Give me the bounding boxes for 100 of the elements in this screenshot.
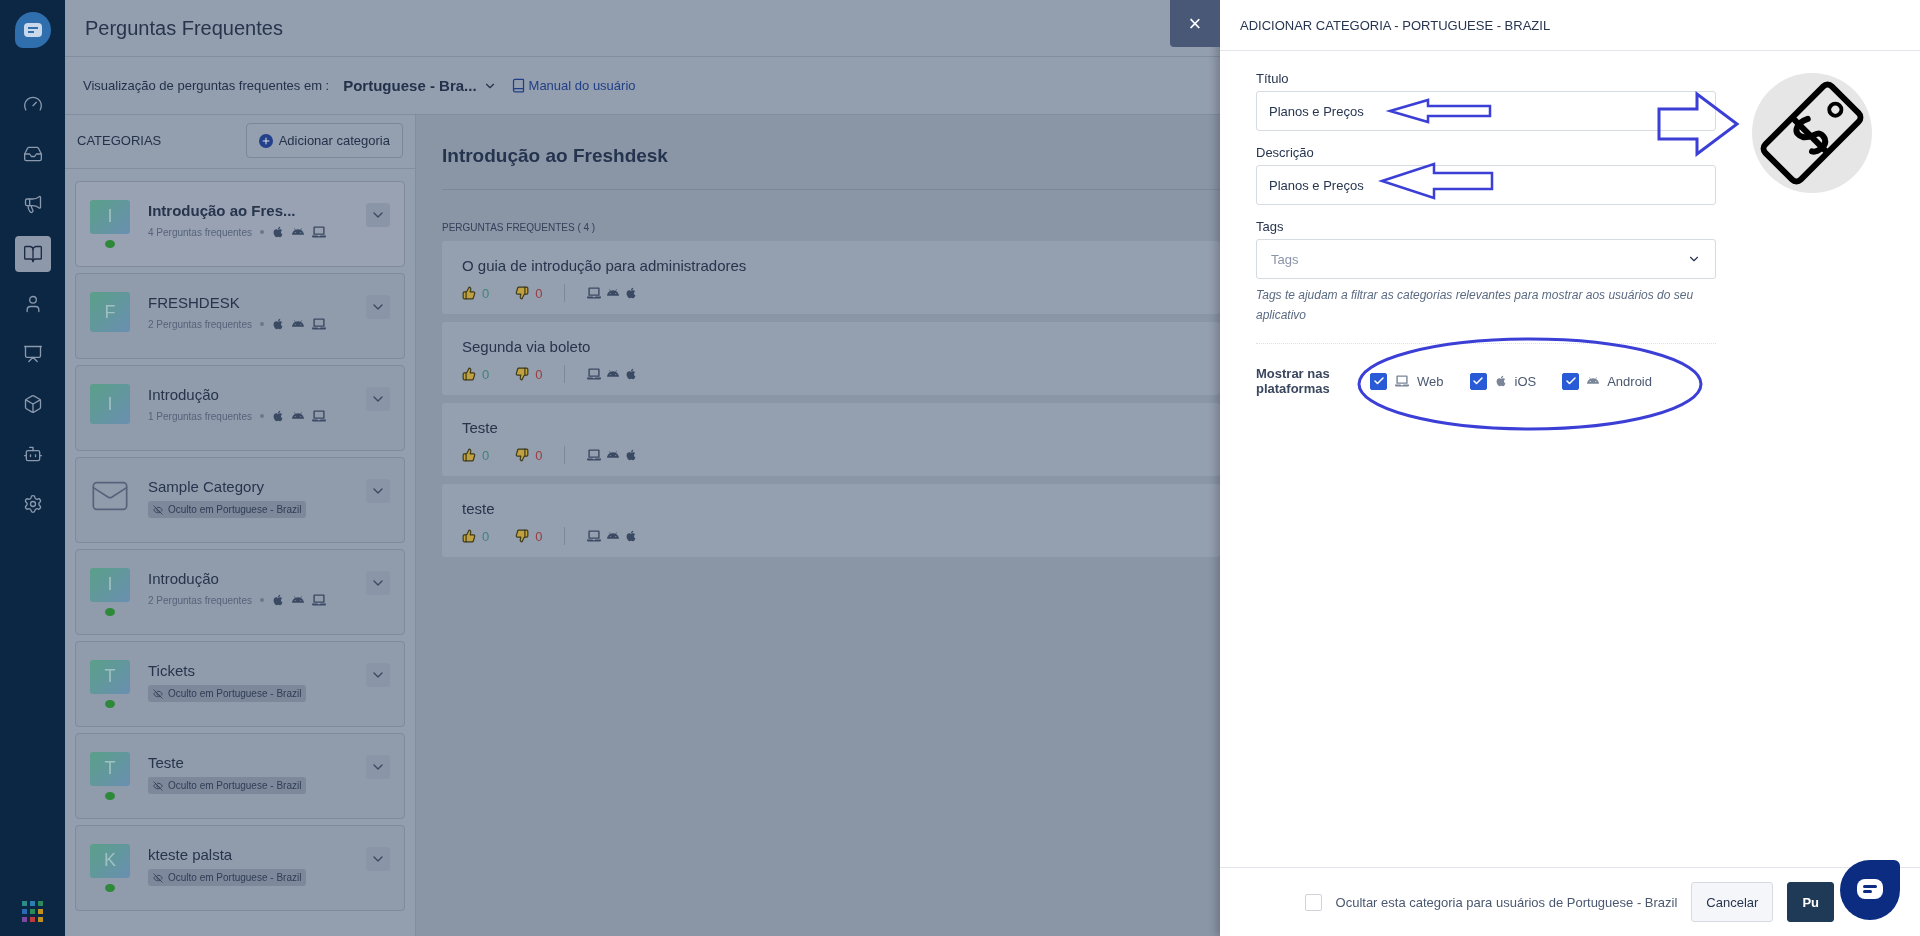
dislike-count: 0 (535, 366, 543, 382)
category-name: Tickets (148, 662, 196, 679)
laptop-icon (587, 529, 602, 543)
apple-icon (625, 368, 638, 380)
android-icon (607, 449, 620, 461)
android-icon (291, 410, 304, 422)
page-title: Perguntas Frequentes (85, 16, 283, 40)
chat-widget[interactable] (1840, 860, 1900, 920)
android-icon (607, 368, 620, 380)
publish-button[interactable]: Pu (1787, 882, 1834, 922)
category-title: Introdução ao Freshdesk (442, 145, 668, 166)
view-label: Visualização de perguntas frequentes em : (83, 78, 330, 93)
language-dropdown[interactable]: Portuguese - Bra... (343, 77, 497, 94)
apps-grid-icon[interactable] (22, 901, 43, 922)
android-icon (291, 594, 304, 606)
faq-title: O guia de introdução para administradores (462, 257, 747, 274)
laptop-icon (311, 225, 326, 239)
category-card[interactable]: K kteste palsta Oculto em Portuguese - Brazil (75, 825, 405, 911)
laptop-icon (587, 286, 602, 300)
laptop-icon (587, 367, 602, 381)
manual-link[interactable]: Manual do usuário (510, 78, 636, 93)
field-label: Tags (1256, 219, 1285, 234)
book-icon (510, 78, 526, 93)
faq-card[interactable]: teste 0 0 (442, 484, 1220, 557)
close-button[interactable]: × (1170, 0, 1220, 47)
category-name: FRESHDESK (148, 294, 241, 311)
android-icon (291, 226, 304, 238)
thumbs-up-icon (462, 529, 476, 543)
dislike-count: 0 (535, 285, 543, 301)
dislike-count: 0 (535, 447, 543, 463)
text-field[interactable]: Planos e Preços (1256, 165, 1716, 205)
text-field[interactable]: Planos e Preços (1256, 91, 1716, 131)
letter-avatar: F (90, 292, 130, 332)
hidden-badge: Oculto em Portuguese - Brazil (148, 869, 307, 886)
faq-title: Teste (462, 419, 498, 436)
apple-icon (625, 449, 638, 461)
category-name: Introdução (148, 570, 220, 587)
faq-title: Segunda via boleto (462, 338, 591, 355)
thumbs-up-icon (462, 367, 476, 381)
plus-icon (258, 133, 273, 148)
thumbs-up-icon (462, 286, 476, 300)
categories-heading: CATEGORIAS (77, 133, 162, 148)
letter-avatar: K (90, 844, 130, 878)
checkbox[interactable] (1370, 372, 1387, 390)
category-card[interactable]: Sample Category Oculto em Portuguese - Brazil (75, 457, 405, 543)
apple-icon (271, 318, 284, 330)
app-logo[interactable] (14, 12, 51, 48)
hide-option-label: Ocultar esta categoria para usuários de Portuguese - Brazil (1335, 894, 1678, 910)
tags-select[interactable]: Tags (1256, 239, 1716, 279)
faq-card[interactable]: Segunda via boleto 0 0 (442, 322, 1220, 395)
android-icon (607, 287, 620, 299)
check-icon (1472, 375, 1484, 387)
category-name: Teste (148, 754, 185, 771)
like-count: 0 (482, 447, 490, 463)
checkbox[interactable] (1469, 372, 1487, 390)
letter-avatar: T (90, 752, 130, 786)
category-name: Introdução ao Fres... (148, 202, 297, 219)
laptop-icon (587, 448, 602, 462)
hidden-badge: Oculto em Portuguese - Brazil (148, 685, 307, 702)
help-text: Tags te ajudam a filtrar as categorias relevantes para mostrar aos usuários do seu aplicativo (1256, 285, 1716, 344)
like-count: 0 (482, 366, 490, 382)
faq-card[interactable]: O guia de introdução para administradores 0 0 (442, 241, 1220, 314)
laptop-icon (311, 593, 326, 607)
faq-heading: PERGUNTAS FREQUENTES ( 4 ) (442, 222, 596, 233)
apple-icon (271, 226, 284, 238)
field-label: Descrição (1256, 145, 1315, 160)
apple-icon (625, 530, 638, 542)
book-icon[interactable] (14, 236, 51, 272)
check-icon (1564, 375, 1577, 387)
drawer-title: ADICIONAR CATEGORIA - PORTUGUESE - BRAZIL (1240, 17, 1551, 33)
check-icon (1372, 375, 1385, 387)
laptop-icon (311, 409, 326, 423)
hidden-badge: Oculto em Portuguese - Brazil (148, 777, 307, 794)
faq-title: teste (462, 500, 495, 517)
android-icon (291, 318, 304, 330)
android-icon (1587, 375, 1600, 387)
category-name: Sample Category (148, 478, 265, 495)
apple-icon (271, 410, 284, 422)
dislike-count: 0 (535, 528, 543, 544)
platforms-label: Mostrar nas plataformas (1256, 366, 1331, 396)
platform-label: Android (1607, 373, 1652, 389)
category-card[interactable]: T Tickets Oculto em Portuguese - Brazil (75, 641, 405, 727)
platform-label: Web (1417, 373, 1444, 389)
add-category-button[interactable]: Adicionar categoria (245, 123, 403, 158)
laptop-icon (311, 317, 326, 331)
category-card[interactable]: T Teste Oculto em Portuguese - Brazil (75, 733, 405, 819)
platform-label: iOS (1514, 373, 1537, 389)
like-count: 0 (482, 285, 490, 301)
apple-icon (1494, 375, 1507, 387)
thumbs-down-icon (515, 367, 530, 381)
cancel-button[interactable]: Cancelar (1691, 882, 1774, 922)
apple-icon (625, 287, 638, 299)
field-label: Título (1256, 71, 1290, 86)
thumbs-down-icon (515, 529, 530, 543)
thumbs-down-icon (515, 448, 530, 462)
apple-icon (271, 594, 284, 606)
checkbox[interactable] (1562, 372, 1580, 390)
faq-card[interactable]: Teste 0 0 (442, 403, 1220, 476)
letter-avatar: T (90, 660, 130, 694)
faq-count: 4 Perguntas frequentes (148, 226, 252, 238)
